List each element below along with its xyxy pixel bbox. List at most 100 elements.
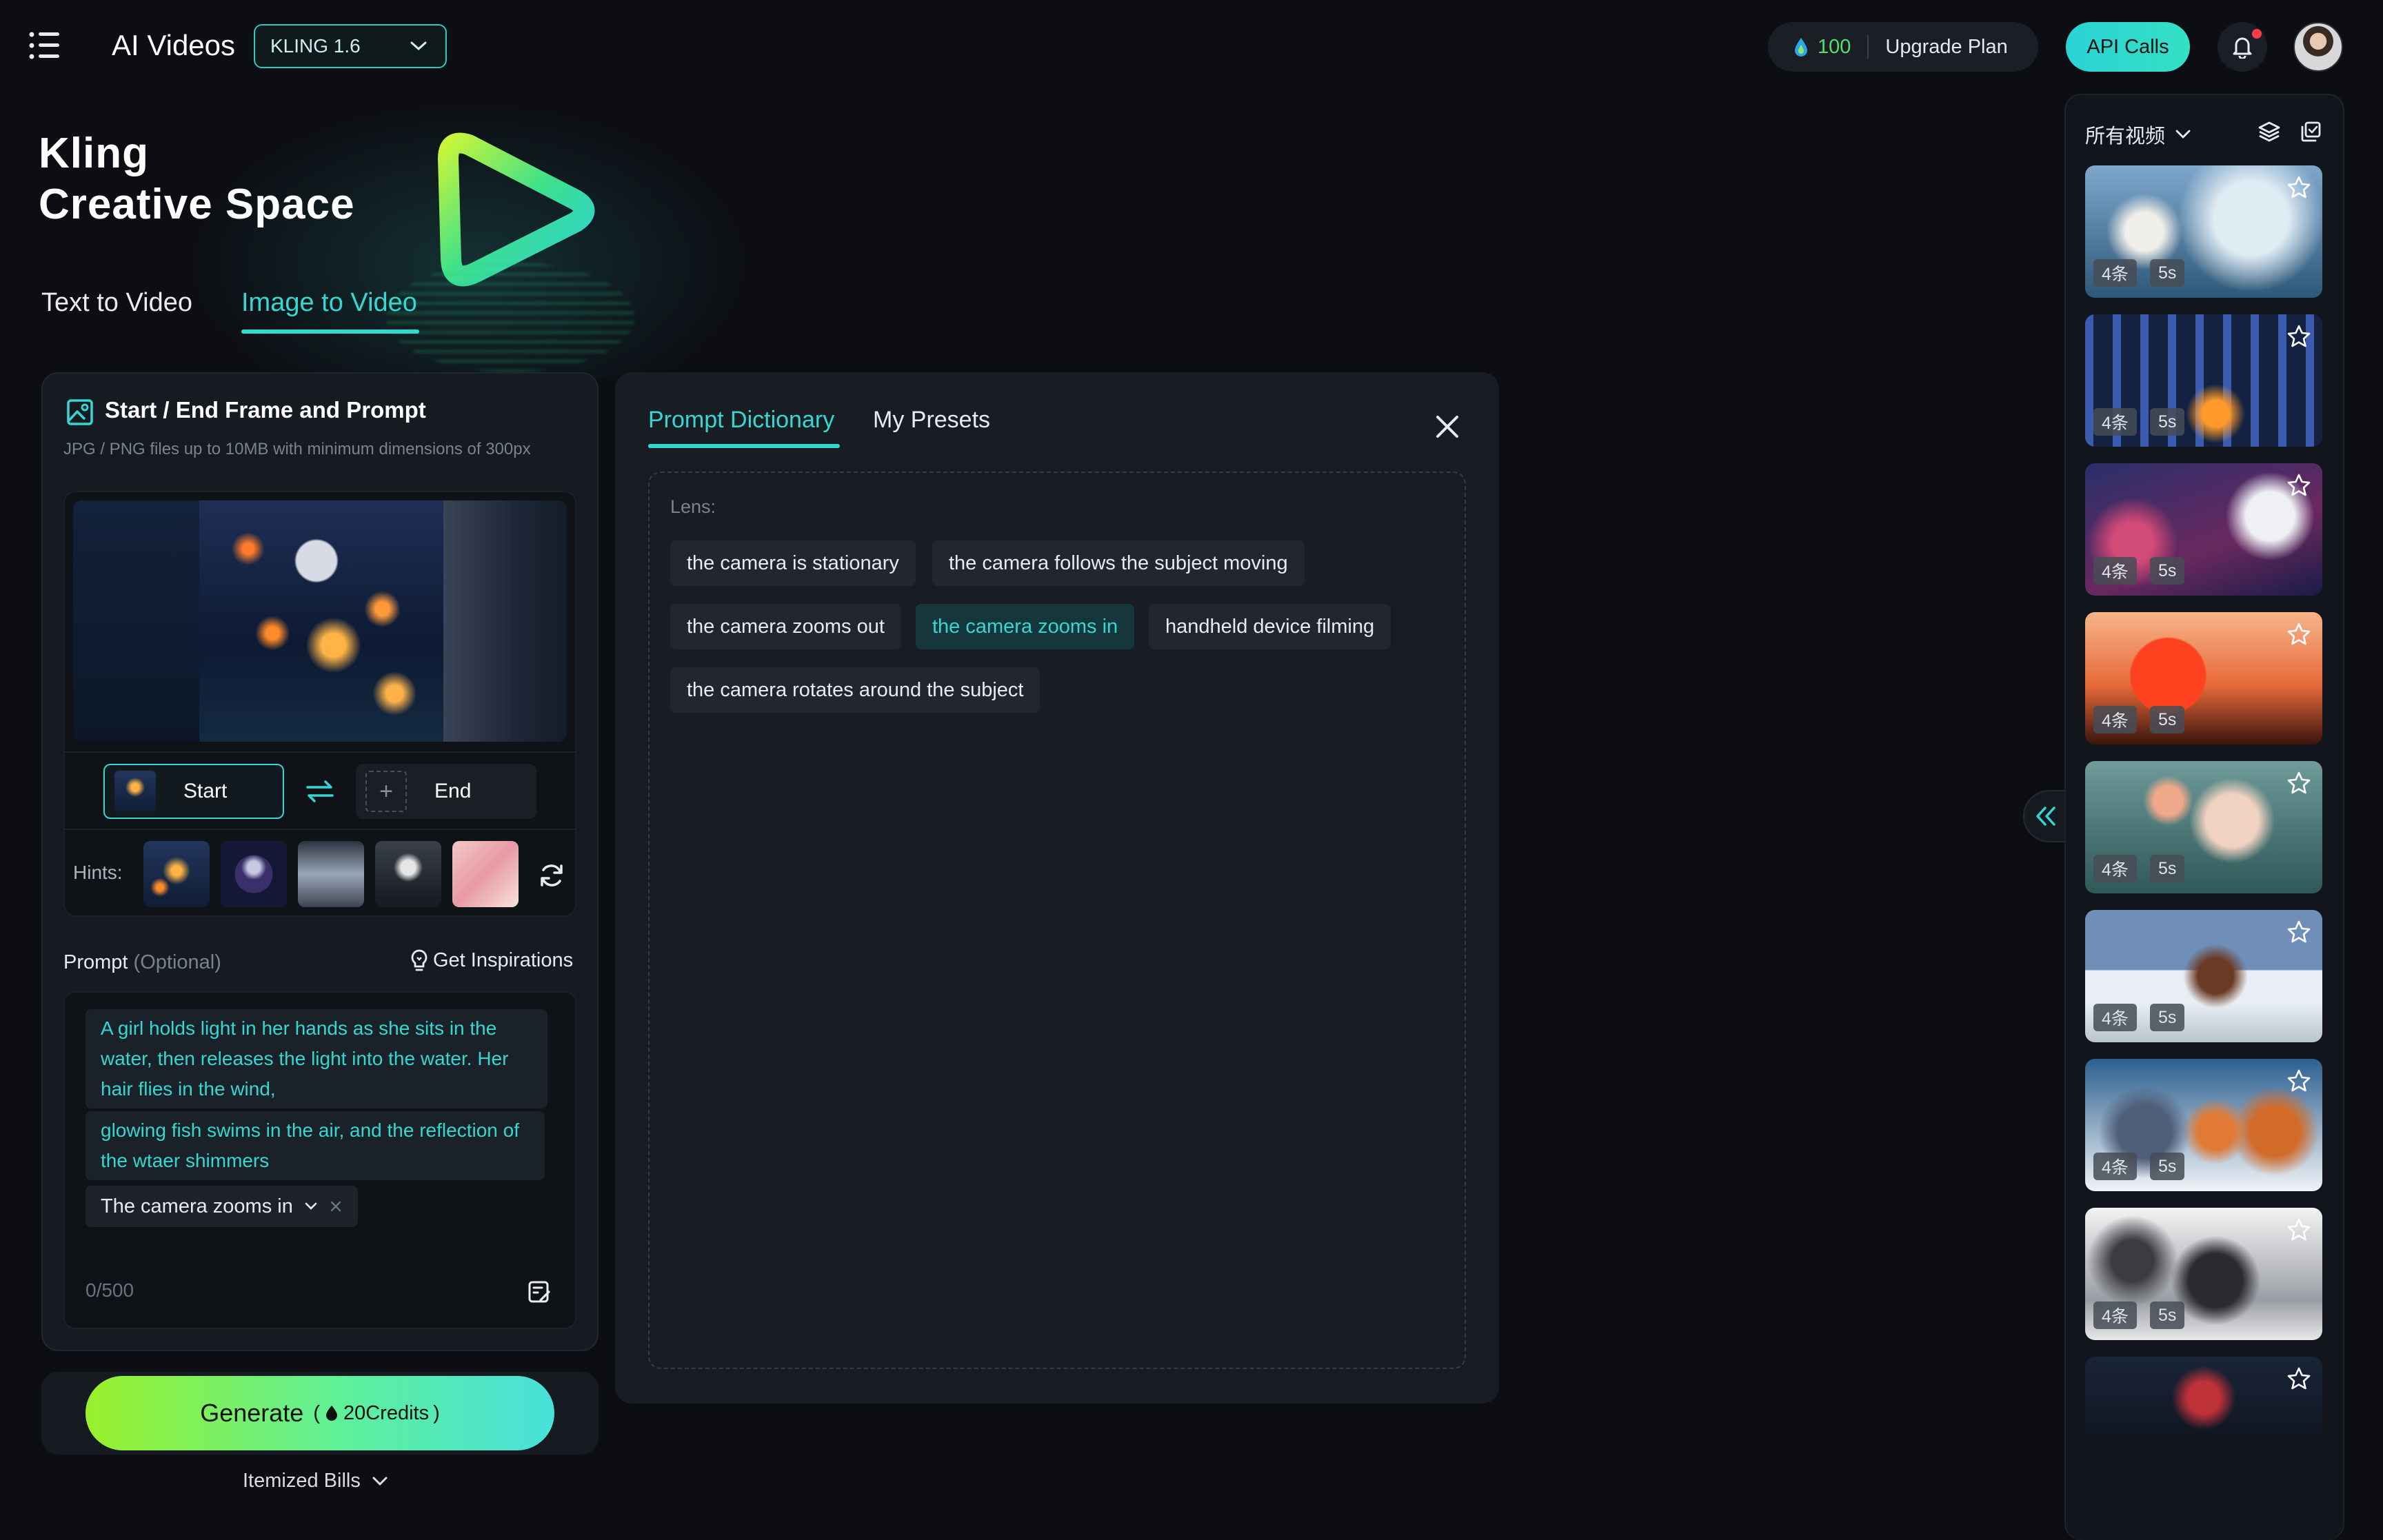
camera-movement-chip[interactable]: The camera zooms in [86, 1186, 358, 1227]
clip-count-badge: 4条 [2093, 259, 2137, 287]
star-icon[interactable] [2286, 1068, 2311, 1093]
bell-icon [2232, 35, 2253, 59]
save-preset-icon[interactable] [527, 1279, 552, 1304]
duration-badge: 5s [2150, 1153, 2185, 1180]
hints-label: Hints: [73, 862, 123, 883]
hint-thumbnail[interactable] [452, 841, 519, 907]
multi-select-icon[interactable] [2299, 120, 2322, 143]
get-inspirations-button[interactable]: Get Inspirations [410, 949, 573, 972]
hero-title-line2: Creative Space [39, 181, 355, 228]
frame-panel-subtitle: JPG / PNG files up to 10MB with minimum … [63, 440, 531, 458]
tab-prompt-dictionary[interactable]: Prompt Dictionary [648, 407, 834, 434]
app-title: AI Videos [112, 29, 236, 61]
avatar[interactable] [2293, 22, 2343, 72]
chevron-down-icon[interactable] [304, 1202, 318, 1211]
generate-cost: ( 20Credits) [313, 1401, 440, 1424]
hint-thumbnail[interactable] [375, 841, 441, 907]
video-filter-label: 所有视频 [2085, 125, 2166, 148]
itemized-bills-label: Itemized Bills [243, 1470, 361, 1492]
double-chevron-left-icon [2034, 804, 2058, 828]
duration-badge: 5s [2150, 1004, 2185, 1031]
duration-badge: 5s [2150, 259, 2185, 287]
start-frame-label: Start [183, 780, 228, 802]
star-icon[interactable] [2286, 920, 2311, 944]
star-icon[interactable] [2286, 175, 2311, 200]
collapse-sidebar-button[interactable] [2023, 790, 2067, 842]
api-calls-button[interactable]: API Calls [2066, 22, 2190, 72]
prompt-tag[interactable]: the camera rotates around the subject [670, 667, 1040, 713]
star-icon[interactable] [2286, 1217, 2311, 1242]
star-icon[interactable] [2286, 324, 2311, 349]
swap-frames-icon[interactable] [305, 779, 335, 804]
prompt-tag[interactable]: the camera follows the subject moving [932, 540, 1305, 586]
duration-badge: 5s [2150, 706, 2185, 733]
active-tab-indicator [648, 444, 840, 448]
close-icon[interactable] [329, 1199, 343, 1213]
star-icon[interactable] [2286, 1366, 2311, 1391]
chevron-down-icon [410, 41, 428, 52]
start-frame-button[interactable]: Start [103, 764, 284, 819]
hero-water-reflection [386, 262, 634, 372]
generate-label: Generate [200, 1399, 304, 1427]
divider [63, 829, 576, 830]
hint-thumbnail[interactable] [298, 841, 364, 907]
lens-section-label: Lens: [670, 496, 716, 517]
clip-count-badge: 4条 [2093, 855, 2137, 882]
video-thumbnail[interactable]: 4条 5s [2085, 910, 2322, 1042]
prompt-label-text: Prompt [63, 951, 128, 973]
video-thumbnail[interactable]: 4条 5s [2085, 463, 2322, 596]
prompt-tag-selected[interactable]: the camera zooms in [916, 604, 1135, 649]
divider [63, 751, 576, 753]
video-filter-select[interactable]: 所有视频 [2085, 120, 2191, 149]
video-thumbnail[interactable]: 4条 5s [2085, 165, 2322, 298]
start-frame-thumbnail [114, 771, 156, 812]
star-icon[interactable] [2286, 622, 2311, 647]
prompt-chunk[interactable]: A girl holds light in her hands as she s… [86, 1009, 547, 1108]
upgrade-plan-link[interactable]: Upgrade Plan [1885, 36, 2007, 59]
duration-badge: 5s [2150, 557, 2185, 585]
star-icon[interactable] [2286, 771, 2311, 796]
clip-count-badge: 4条 [2093, 1153, 2137, 1180]
video-thumbnail[interactable]: 4条 5s [2085, 761, 2322, 893]
star-icon[interactable] [2286, 473, 2311, 498]
end-frame-button[interactable]: + End [356, 764, 536, 819]
credit-count: 100 [1818, 35, 1851, 58]
frame-panel-title: Start / End Frame and Prompt [105, 397, 426, 423]
itemized-bills-toggle[interactable]: Itemized Bills [243, 1470, 388, 1492]
generate-credits: 20Credits [343, 1401, 430, 1424]
model-select-value: KLING 1.6 [270, 35, 361, 57]
duration-badge: 5s [2150, 408, 2185, 436]
hint-thumbnail[interactable] [143, 841, 210, 907]
character-counter: 0/500 [86, 1279, 134, 1301]
tab-my-presets[interactable]: My Presets [873, 407, 990, 434]
hero-title-line1: Kling [39, 130, 149, 177]
duration-badge: 5s [2150, 1301, 2185, 1329]
video-thumbnail[interactable]: 4条 5s [2085, 1059, 2322, 1191]
layers-icon[interactable] [2258, 120, 2281, 143]
credit-drop-icon [1793, 37, 1809, 57]
video-thumbnail[interactable]: 4条 5s [2085, 612, 2322, 744]
close-icon[interactable] [1431, 411, 1463, 443]
prompt-label: Prompt (Optional) [63, 951, 221, 974]
video-thumbnail[interactable]: 4条 5s [2085, 1208, 2322, 1340]
model-select[interactable]: KLING 1.6 [254, 24, 447, 68]
clip-count-badge: 4条 [2093, 408, 2137, 436]
video-thumbnail[interactable]: 4条 5s [2085, 314, 2322, 447]
prompt-chunk[interactable]: glowing fish swims in the air, and the r… [86, 1111, 545, 1180]
prompt-tag[interactable]: the camera is stationary [670, 540, 916, 586]
prompt-tag[interactable]: handheld device filming [1149, 604, 1391, 649]
menu-icon[interactable] [28, 30, 63, 61]
notification-dot [2252, 29, 2262, 39]
clip-count-badge: 4条 [2093, 1301, 2137, 1329]
flame-icon [325, 1406, 337, 1421]
frame-preview-image[interactable] [73, 500, 567, 742]
hint-thumbnail[interactable] [221, 841, 287, 907]
generate-button[interactable]: Generate ( 20Credits) [86, 1376, 554, 1450]
tab-image-to-video[interactable]: Image to Video [241, 288, 417, 318]
chevron-down-icon [2175, 130, 2191, 139]
prompt-tag[interactable]: the camera zooms out [670, 604, 901, 649]
tab-text-to-video[interactable]: Text to Video [41, 288, 192, 318]
plus-icon: + [365, 771, 407, 812]
credits-pill[interactable]: 100 Upgrade Plan [1768, 22, 2038, 72]
refresh-icon[interactable] [538, 862, 565, 889]
